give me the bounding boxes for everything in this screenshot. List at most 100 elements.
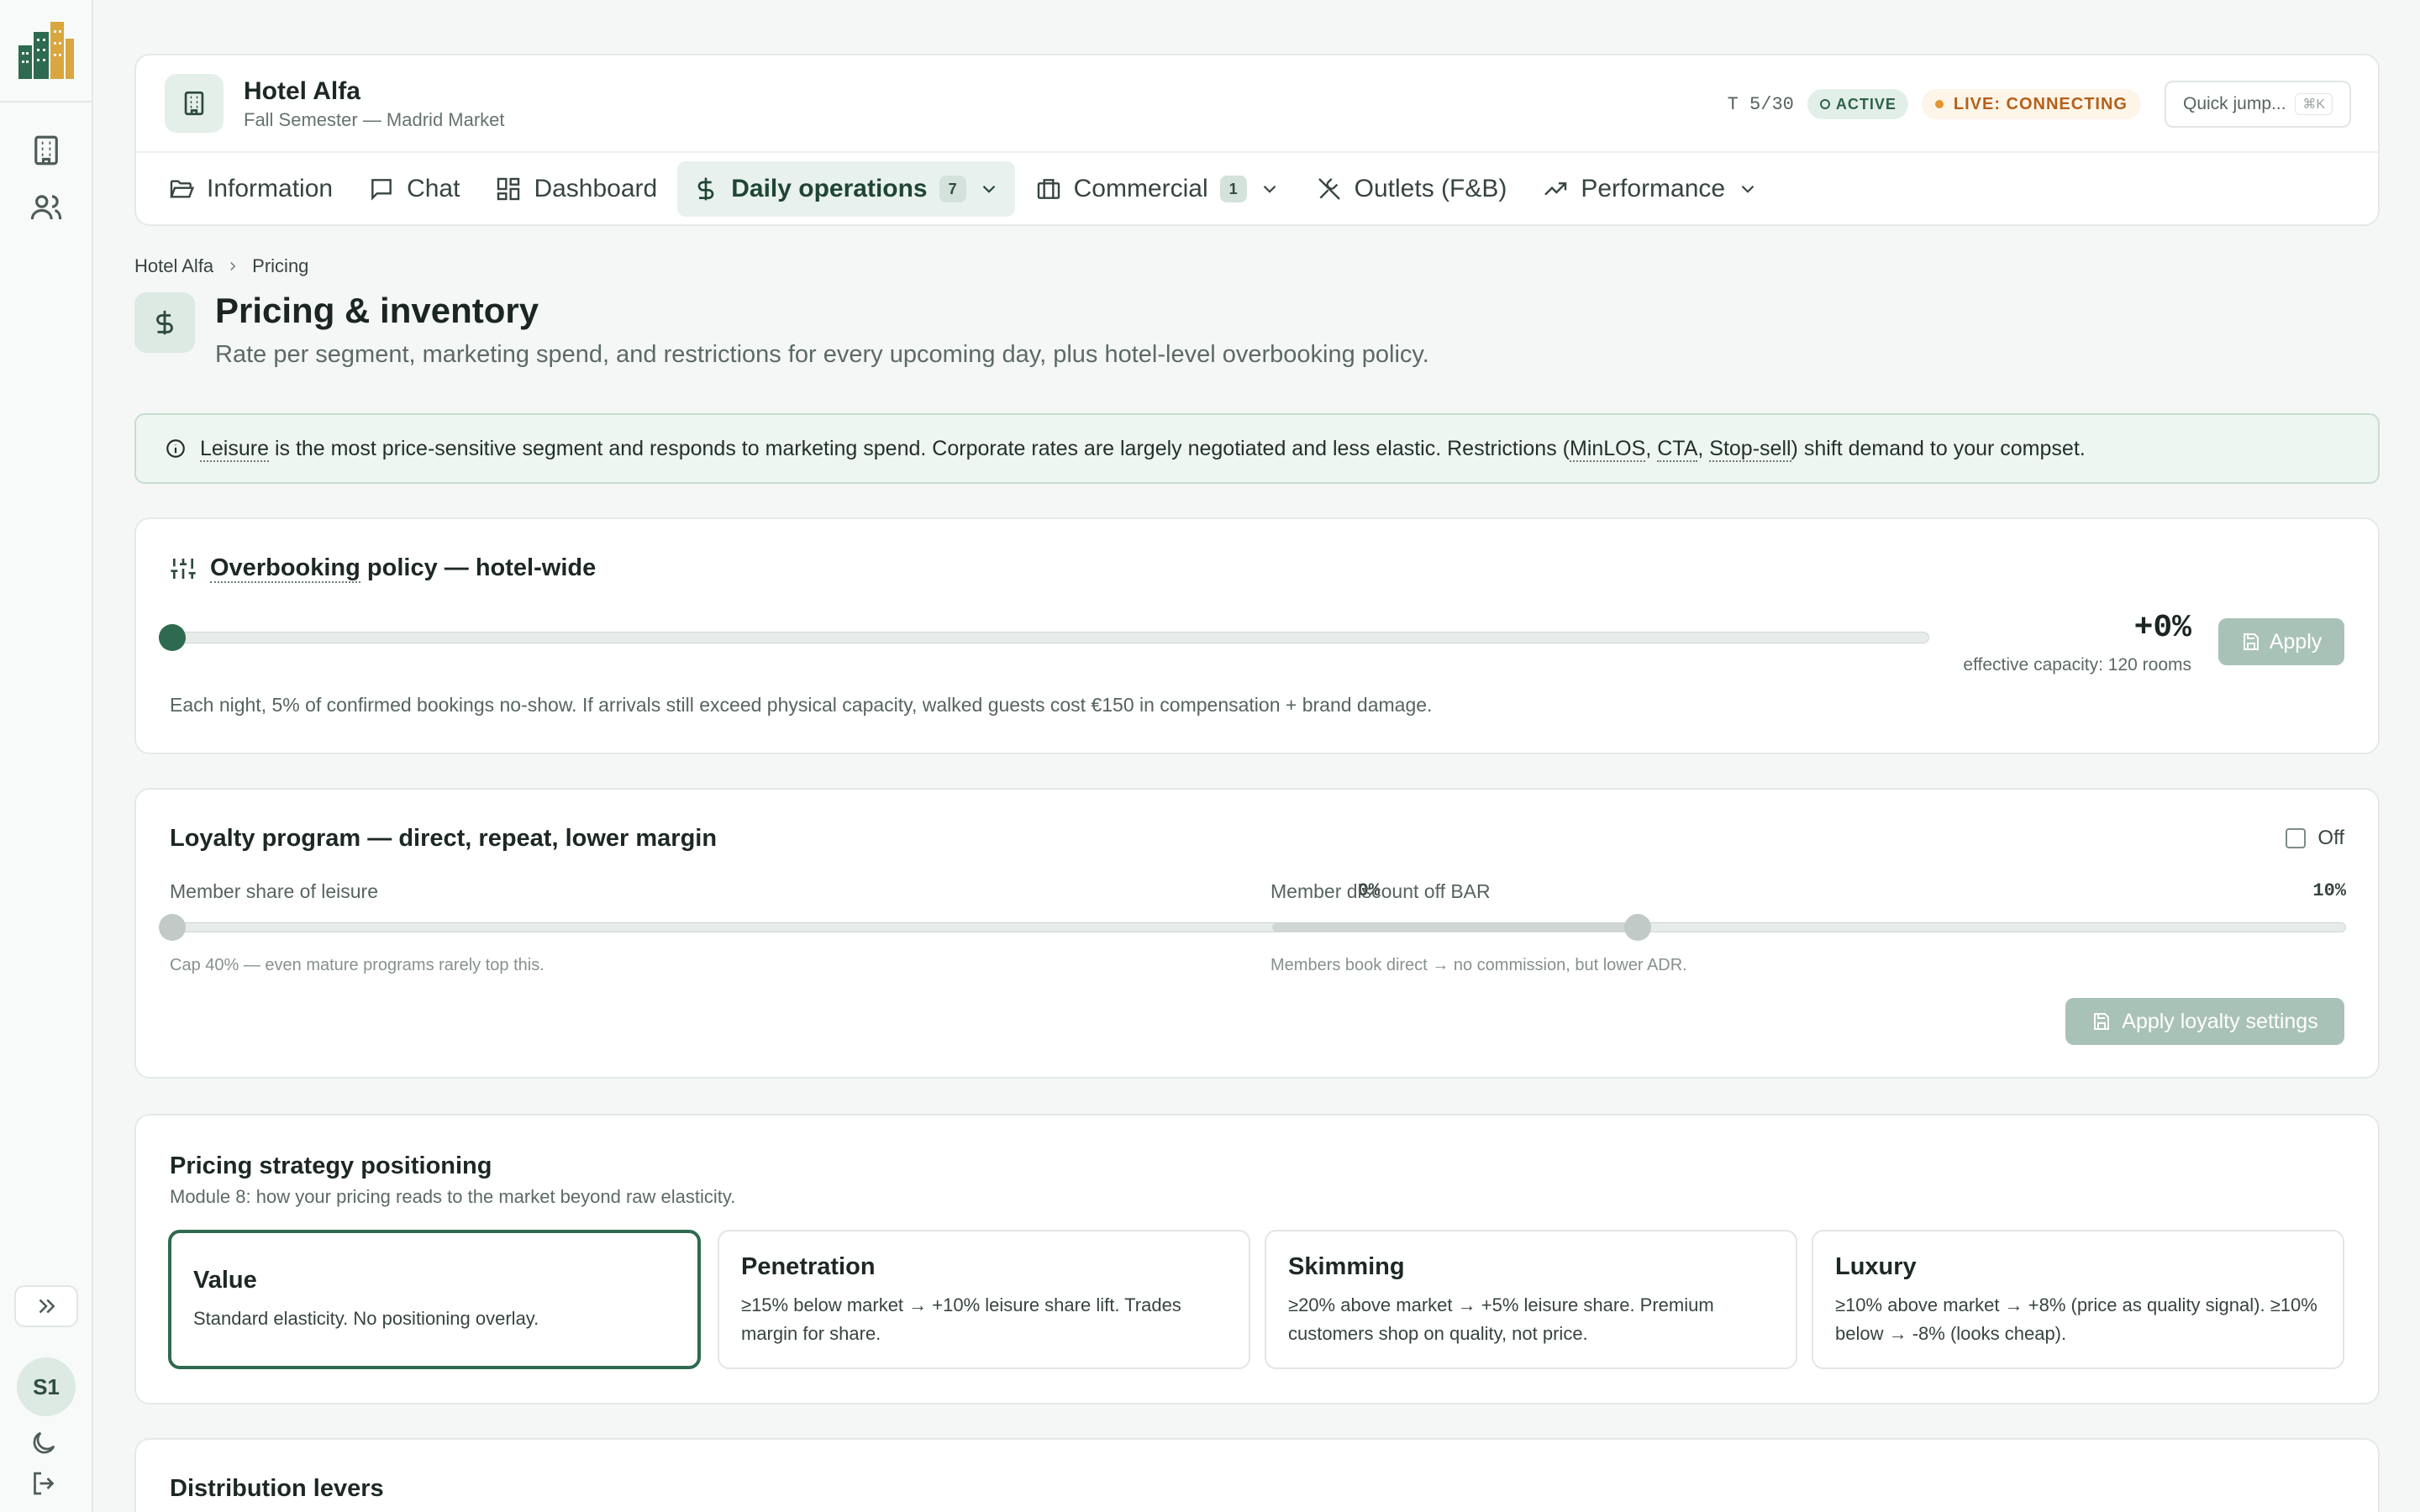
- member-discount-slider[interactable]: [1272, 914, 2346, 941]
- save-icon: [2094, 1013, 2110, 1030]
- option-luxury[interactable]: Luxury ≥10% above market → +8% (price as…: [1812, 1230, 2344, 1369]
- logout-icon[interactable]: [29, 1468, 64, 1504]
- member-share-slider[interactable]: [159, 914, 1378, 941]
- hotel-building-icon: [165, 74, 224, 133]
- app-logo[interactable]: [17, 20, 76, 81]
- save-icon: [2243, 633, 2259, 650]
- tab-dashboard-label: Dashboard: [534, 175, 658, 202]
- overbooking-title: Overbooking policy — hotel-wide: [210, 554, 597, 583]
- page-title: Pricing & inventory: [215, 291, 539, 330]
- option-penetration-title: Penetration: [741, 1253, 876, 1280]
- chevron-right-icon: [230, 261, 236, 271]
- status-badge: ACTIVE: [1807, 89, 1908, 119]
- hotel-subtitle: Fall Semester — Madrid Market: [244, 109, 505, 130]
- info-banner: Leisure is the most price-sensitive segm…: [134, 413, 2380, 484]
- loyalty-checkbox[interactable]: [2286, 828, 2307, 848]
- member-share-thumb[interactable]: [159, 914, 186, 941]
- tab-performance[interactable]: Performance: [1527, 161, 1774, 217]
- member-discount-label: Member discount off BAR: [1270, 880, 1491, 902]
- term-minlos[interactable]: MinLOS: [1570, 436, 1646, 462]
- quick-jump-placeholder: Quick jump...: [2183, 94, 2286, 113]
- term-leisure[interactable]: Leisure: [200, 436, 269, 462]
- tab-daily-operations[interactable]: Daily operations 7: [677, 161, 1015, 217]
- option-value[interactable]: Value Standard elasticity. No positionin…: [168, 1230, 701, 1369]
- option-skimming-title: Skimming: [1288, 1253, 1405, 1280]
- moon-icon[interactable]: [29, 1428, 64, 1463]
- term-overbooking[interactable]: Overbooking: [210, 554, 360, 583]
- option-skimming[interactable]: Skimming ≥20% above market → +5% leisure…: [1265, 1230, 1797, 1369]
- overbooking-note: Each night, 5% of confirmed bookings no-…: [170, 694, 1433, 716]
- dollar-icon: [697, 177, 714, 201]
- expand-sidebar-button[interactable]: [14, 1285, 78, 1327]
- info-text-1: is the most price-sensitive segment and …: [269, 436, 1570, 460]
- info-icon: [166, 439, 185, 458]
- rail-divider: [0, 101, 93, 102]
- overbooking-apply-label: Apply: [2269, 629, 2323, 654]
- live-status-label: LIVE: CONNECTING: [1953, 94, 2128, 113]
- loyalty-toggle-label: Off: [2317, 827, 2344, 849]
- tab-chat[interactable]: Chat: [353, 161, 475, 217]
- overbooking-slider-thumb[interactable]: [159, 624, 186, 651]
- overbooking-apply-button[interactable]: Apply: [2218, 618, 2344, 665]
- loyalty-card: Loyalty program — direct, repeat, lower …: [134, 788, 2380, 1079]
- turn-counter: T 5/30: [1727, 93, 1794, 115]
- avatar[interactable]: S1: [17, 1357, 76, 1416]
- info-sep-1: ,: [1645, 436, 1658, 460]
- info-sep-2: ,: [1697, 436, 1710, 460]
- option-luxury-desc: ≥10% above market → +8% (price as qualit…: [1835, 1294, 2317, 1344]
- quick-jump-input[interactable]: Quick jump... ⌘K: [2165, 81, 2351, 128]
- option-penetration-desc: ≥15% below market → +10% leisure share l…: [741, 1294, 1181, 1344]
- tab-commercial-label: Commercial: [1073, 175, 1208, 202]
- header-divider: [136, 151, 2378, 153]
- trending-up-icon: [1544, 182, 1567, 196]
- tab-outlets[interactable]: Outlets (F&B): [1301, 161, 1523, 217]
- effective-capacity: effective capacity: 120 rooms: [1963, 655, 2191, 675]
- positioning-card: Pricing strategy positioning Module 8: h…: [134, 1114, 2380, 1404]
- main-tabs: Information Chat Dashboard Daily operati…: [153, 161, 1774, 217]
- option-penetration[interactable]: Penetration ≥15% below market → +10% lei…: [718, 1230, 1250, 1369]
- info-text-2: ) shift demand to your compset.: [1791, 436, 2086, 460]
- tab-commercial-count: 1: [1219, 176, 1247, 202]
- live-dot-icon: [1934, 100, 1944, 108]
- tab-dashboard[interactable]: Dashboard: [480, 161, 672, 217]
- tab-chat-label: Chat: [407, 175, 460, 202]
- breadcrumb-current: Pricing: [252, 255, 309, 276]
- member-discount-value: 10%: [2312, 880, 2346, 901]
- info-banner-text: Leisure is the most price-sensitive segm…: [200, 436, 2086, 462]
- users-icon[interactable]: [29, 190, 64, 225]
- tab-outlets-label: Outlets (F&B): [1354, 175, 1507, 202]
- apply-loyalty-button[interactable]: Apply loyalty settings: [2065, 998, 2344, 1045]
- briefcase-icon: [1037, 179, 1060, 199]
- apply-loyalty-label: Apply loyalty settings: [2122, 1009, 2318, 1033]
- overbooking-value: +0%: [2133, 610, 2191, 646]
- member-discount-fill: [1273, 923, 1638, 932]
- utensils-icon: [1318, 178, 1340, 200]
- overbooking-header: Overbooking policy — hotel-wide: [170, 554, 597, 583]
- option-skimming-desc: ≥20% above market → +5% leisure share. P…: [1288, 1294, 1714, 1344]
- quick-jump-shortcut: ⌘K: [2295, 93, 2333, 115]
- distribution-title: Distribution levers: [170, 1475, 384, 1502]
- tab-daily-operations-label: Daily operations: [731, 175, 928, 202]
- breadcrumb: Hotel Alfa Pricing: [134, 255, 308, 277]
- tab-daily-operations-count: 7: [939, 176, 966, 202]
- page-subtitle: Rate per segment, marketing spend, and r…: [215, 341, 1429, 368]
- overbooking-slider[interactable]: [159, 624, 1929, 651]
- member-share-help: Cap 40% — even mature programs rarely to…: [170, 956, 544, 974]
- tab-information[interactable]: Information: [153, 161, 348, 217]
- chat-icon: [371, 179, 392, 201]
- breadcrumb-root[interactable]: Hotel Alfa: [134, 255, 213, 277]
- term-cta[interactable]: CTA: [1657, 436, 1698, 462]
- option-value-desc: Standard elasticity. No positioning over…: [193, 1307, 539, 1329]
- tab-commercial[interactable]: Commercial 1: [1020, 161, 1296, 217]
- overbooking-title-rest: policy — hotel-wide: [360, 554, 597, 581]
- member-discount-thumb[interactable]: [1623, 914, 1651, 941]
- status-badge-label: ACTIVE: [1835, 95, 1897, 113]
- loyalty-title: Loyalty program — direct, repeat, lower …: [170, 825, 718, 852]
- building-icon[interactable]: [29, 133, 64, 168]
- loyalty-toggle[interactable]: Off: [2286, 827, 2344, 850]
- hotel-name: Hotel Alfa: [244, 77, 360, 105]
- positioning-title: Pricing strategy positioning: [170, 1152, 492, 1179]
- tab-information-label: Information: [207, 175, 334, 202]
- term-stop-sell[interactable]: Stop-sell: [1709, 436, 1791, 462]
- chevron-down-icon: [982, 185, 995, 193]
